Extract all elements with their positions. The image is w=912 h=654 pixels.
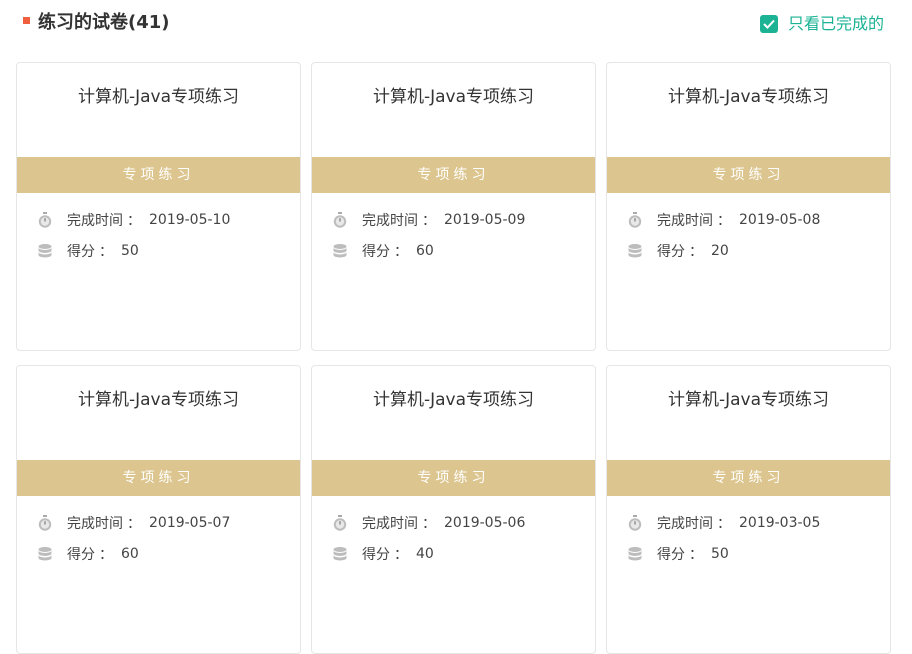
- database-icon: [37, 243, 53, 259]
- score-row: 得分： 60: [37, 544, 139, 564]
- completed-time-row: 完成时间： 2019-05-10: [37, 210, 230, 230]
- filter-label[interactable]: 只看已完成的: [788, 13, 884, 35]
- completed-only-filter[interactable]: 只看已完成的: [759, 13, 884, 35]
- stopwatch-icon: [627, 212, 643, 228]
- paper-card[interactable]: 计算机-Java专项练习 专项练习 完成时间： 2019-05-08 得分： 2…: [606, 62, 891, 351]
- score-value: 60: [416, 243, 434, 259]
- page-header: 练习的试卷(41) 只看已完成的: [0, 0, 912, 48]
- card-title[interactable]: 计算机-Java专项练习: [17, 388, 300, 412]
- score-value: 60: [121, 546, 139, 562]
- stopwatch-icon: [332, 515, 348, 531]
- database-icon: [627, 243, 643, 259]
- card-tag: 专项练习: [607, 460, 890, 496]
- score-row: 得分： 50: [37, 241, 139, 261]
- card-tag: 专项练习: [17, 157, 300, 193]
- score-value: 50: [711, 546, 729, 562]
- card-tag: 专项练习: [312, 460, 595, 496]
- paper-card[interactable]: 计算机-Java专项练习 专项练习 完成时间： 2019-05-06 得分： 4…: [311, 365, 596, 654]
- score-value: 50: [121, 243, 139, 259]
- database-icon: [37, 546, 53, 562]
- completed-date: 2019-05-08: [739, 212, 821, 228]
- completed-time-row: 完成时间： 2019-05-08: [627, 210, 820, 230]
- paper-card[interactable]: 计算机-Java专项练习 专项练习 完成时间： 2019-03-05 得分： 5…: [606, 365, 891, 654]
- card-tag: 专项练习: [17, 460, 300, 496]
- score-value: 40: [416, 546, 434, 562]
- completed-date: 2019-05-10: [149, 212, 231, 228]
- card-title[interactable]: 计算机-Java专项练习: [607, 85, 890, 109]
- completed-time-row: 完成时间： 2019-03-05: [627, 513, 820, 533]
- card-title[interactable]: 计算机-Java专项练习: [607, 388, 890, 412]
- completed-date: 2019-05-06: [444, 515, 526, 531]
- score-row: 得分： 40: [332, 544, 434, 564]
- stopwatch-icon: [37, 212, 53, 228]
- paper-card[interactable]: 计算机-Java专项练习 专项练习 完成时间： 2019-05-10 得分： 5…: [16, 62, 301, 351]
- paper-card[interactable]: 计算机-Java专项练习 专项练习 完成时间： 2019-05-09 得分： 6…: [311, 62, 596, 351]
- stopwatch-icon: [627, 515, 643, 531]
- database-icon: [332, 243, 348, 259]
- card-tag: 专项练习: [312, 157, 595, 193]
- card-tag: 专项练习: [607, 157, 890, 193]
- score-row: 得分： 50: [627, 544, 729, 564]
- card-title[interactable]: 计算机-Java专项练习: [312, 388, 595, 412]
- completed-date: 2019-03-05: [739, 515, 821, 531]
- score-value: 20: [711, 243, 729, 259]
- stopwatch-icon: [37, 515, 53, 531]
- database-icon: [332, 546, 348, 562]
- database-icon: [627, 546, 643, 562]
- card-title[interactable]: 计算机-Java专项练习: [17, 85, 300, 109]
- page-title: 练习的试卷(41): [38, 12, 170, 33]
- completed-time-row: 完成时间： 2019-05-07: [37, 513, 230, 533]
- score-row: 得分： 20: [627, 241, 729, 261]
- checkbox-check-icon[interactable]: [759, 15, 778, 33]
- completed-time-row: 完成时间： 2019-05-06: [332, 513, 525, 533]
- stopwatch-icon: [332, 212, 348, 228]
- completed-date: 2019-05-09: [444, 212, 526, 228]
- completed-time-row: 完成时间： 2019-05-09: [332, 210, 525, 230]
- paper-grid: 计算机-Java专项练习 专项练习 完成时间： 2019-05-10 得分： 5…: [16, 62, 891, 654]
- card-title[interactable]: 计算机-Java专项练习: [312, 85, 595, 109]
- title-mark: [23, 17, 30, 24]
- score-row: 得分： 60: [332, 241, 434, 261]
- paper-card[interactable]: 计算机-Java专项练习 专项练习 完成时间： 2019-05-07 得分： 6…: [16, 365, 301, 654]
- completed-date: 2019-05-07: [149, 515, 231, 531]
